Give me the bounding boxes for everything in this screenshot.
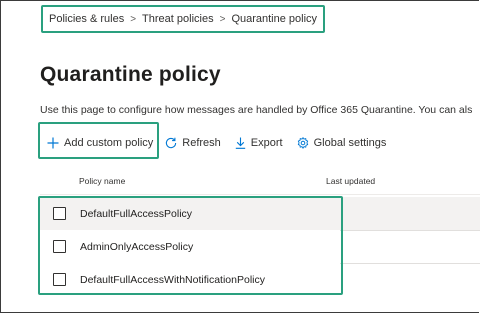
download-icon xyxy=(235,137,251,149)
table-row[interactable]: DefaultFullAccessPolicy xyxy=(40,197,480,230)
export-label: Export xyxy=(250,137,283,149)
policy-name[interactable]: AdminOnlyAccessPolicy xyxy=(80,241,193,253)
header-divider xyxy=(40,194,480,195)
policy-name[interactable]: DefaultFullAccessPolicy xyxy=(80,208,192,220)
column-header-policy-name[interactable]: Policy name xyxy=(79,176,125,186)
row-checkbox[interactable] xyxy=(53,207,66,220)
export-button[interactable]: Export xyxy=(235,137,283,149)
refresh-label: Refresh xyxy=(182,137,221,149)
add-custom-policy-button[interactable]: Add custom policy xyxy=(47,137,153,149)
table-row[interactable]: DefaultFullAccessWithNotificationPolicy xyxy=(40,263,480,296)
table-row[interactable]: AdminOnlyAccessPolicy xyxy=(40,230,480,263)
breadcrumb-item-policies-rules[interactable]: Policies & rules xyxy=(49,13,124,25)
global-settings-button[interactable]: Global settings xyxy=(297,137,387,149)
breadcrumb-separator: > xyxy=(219,13,226,25)
command-bar: Add custom policy Refresh Export Global … xyxy=(47,133,386,153)
add-custom-policy-label: Add custom policy xyxy=(64,137,154,149)
breadcrumb-separator: > xyxy=(130,13,137,25)
global-settings-label: Global settings xyxy=(313,137,387,149)
plus-icon xyxy=(47,137,64,149)
refresh-icon xyxy=(165,137,182,149)
column-header-last-updated[interactable]: Last updated xyxy=(326,176,375,186)
policy-name[interactable]: DefaultFullAccessWithNotificationPolicy xyxy=(80,274,265,286)
gear-icon xyxy=(297,137,314,149)
row-checkbox[interactable] xyxy=(53,273,66,286)
refresh-button[interactable]: Refresh xyxy=(165,137,221,149)
breadcrumb-item-quarantine-policy: Quarantine policy xyxy=(231,13,318,25)
page-title: Quarantine policy xyxy=(40,63,221,86)
page-description: Use this page to configure how messages … xyxy=(40,104,473,116)
row-checkbox[interactable] xyxy=(53,240,66,253)
breadcrumb: Policies & rules > Threat policies > Qua… xyxy=(41,5,326,33)
breadcrumb-item-threat-policies[interactable]: Threat policies xyxy=(142,13,214,25)
